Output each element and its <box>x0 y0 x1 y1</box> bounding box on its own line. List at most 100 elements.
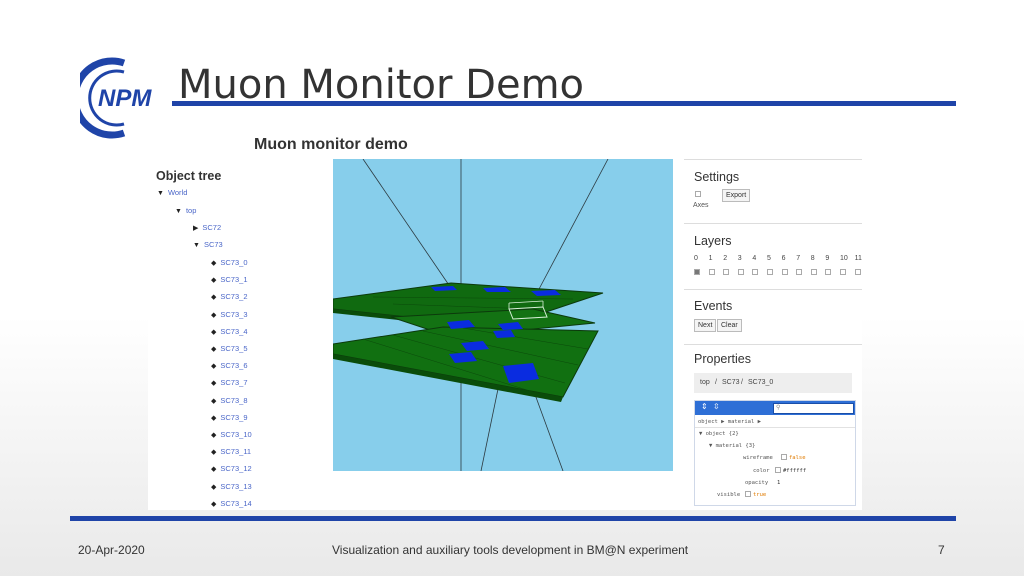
properties-heading: Properties <box>694 352 751 366</box>
logo-text: NPM <box>98 85 152 112</box>
tree-node-sc73-6[interactable]: ◆ SC73_6 <box>211 361 248 370</box>
visible-key: visible <box>717 492 741 498</box>
tree-node-sc73-4[interactable]: ◆ SC73_4 <box>211 327 248 336</box>
node-bullet-icon: ◆ <box>211 346 217 353</box>
layer-checkbox-6[interactable] <box>781 269 788 275</box>
layer-number-2: 2 <box>723 255 728 262</box>
tree-node-sc72[interactable]: ▶ SC72 <box>193 223 221 232</box>
layers-panel: Layers 0 1 2 3 4 5 6 7 8 9 10 11 <box>684 223 862 289</box>
app-screenshot: Muon monitor demo Object tree ▼ World ▼ to… <box>148 132 862 510</box>
tree-node-sc73-11[interactable]: ◆ SC73_11 <box>211 447 251 456</box>
layer-checkbox-11[interactable] <box>854 269 861 275</box>
node-bullet-icon: ◆ <box>211 363 217 371</box>
visible-value: true <box>753 492 767 498</box>
layer-number-6: 6 <box>781 255 786 262</box>
material-node[interactable]: ▼ material {3} <box>709 443 755 449</box>
color-swatch[interactable] <box>775 467 781 473</box>
tree-node-sc73-12[interactable]: ◆ SC73_12 <box>211 464 252 473</box>
layer-checkbox-4[interactable] <box>752 269 759 275</box>
path-top[interactable]: top <box>700 379 710 386</box>
tree-node-top[interactable]: ▼ top <box>175 206 196 215</box>
app-title: Muon monitor demo <box>254 136 408 153</box>
layer-number-3: 3 <box>737 255 742 262</box>
npm-logo: NPM <box>80 57 166 139</box>
layers-heading: Layers <box>694 234 732 248</box>
tree-node-sc73-8[interactable]: ◆ SC73_8 <box>211 396 248 405</box>
clear-button[interactable]: Clear <box>717 319 742 332</box>
tree-node-sc73-9[interactable]: ◆ SC73_9 <box>211 413 248 422</box>
node-bullet-icon: ◆ <box>211 277 217 285</box>
title-rule <box>172 101 956 106</box>
node-bullet-icon: ◆ <box>211 414 217 422</box>
opacity-value[interactable]: 1 <box>777 480 780 486</box>
wireframe-checkbox[interactable] <box>781 454 787 460</box>
tree-node-sc73-14[interactable]: ◆ SC73_14 <box>211 499 252 508</box>
layer-checkbox-10[interactable] <box>840 269 846 275</box>
layer-checkbox-0[interactable] <box>694 269 700 275</box>
object-tree-heading: Object tree <box>156 169 222 183</box>
collapse-all-icon[interactable]: ⇳ <box>713 402 720 411</box>
object-node[interactable]: ▼ object {2} <box>699 431 739 437</box>
layer-number-11: 11 <box>854 255 862 262</box>
tree-node-sc73-5[interactable]: ◆ SC73_5 <box>211 344 248 353</box>
export-button[interactable]: Export <box>722 189 751 202</box>
json-editor-toolbar: ⇕ ⇳ ⚲ <box>695 401 855 415</box>
tree-node-world[interactable]: ▼ World <box>157 188 187 197</box>
layer-number-9: 9 <box>825 255 830 262</box>
properties-path: top / SC73 / SC73_0 <box>694 373 852 393</box>
node-bullet-icon: ◆ <box>211 311 217 319</box>
path-sc73-0[interactable]: SC73_0 <box>748 379 773 386</box>
tree-node-sc73-13[interactable]: ◆ SC73_13 <box>211 482 252 491</box>
node-bullet-icon: ◆ <box>211 328 217 336</box>
events-panel: Events Next Clear <box>684 289 862 344</box>
layer-checkbox-2[interactable] <box>723 269 730 275</box>
tree-node-sc73-10[interactable]: ◆ SC73_10 <box>211 430 252 439</box>
color-value[interactable]: #ffffff <box>783 468 806 474</box>
layer-checkbox-1[interactable] <box>708 269 715 275</box>
node-bullet-icon: ◆ <box>211 294 217 302</box>
layer-number-1: 1 <box>708 255 713 262</box>
layer-number-7: 7 <box>796 255 801 262</box>
events-heading: Events <box>694 299 733 313</box>
page-number: 7 <box>938 543 945 557</box>
layer-number-5: 5 <box>767 255 771 262</box>
settings-panel: Settings Export Axes <box>684 159 862 223</box>
settings-heading: Settings <box>694 170 740 184</box>
search-icon: ⚲ <box>776 405 781 411</box>
layer-checkbox-8[interactable] <box>810 269 817 275</box>
tree-node-sc73-0[interactable]: ◆ SC73_0 <box>211 258 248 267</box>
node-bullet-icon: ◆ <box>211 432 217 439</box>
footer-title: Visualization and auxiliary tools develo… <box>332 543 689 557</box>
layer-number-8: 8 <box>810 255 815 262</box>
axes-label: Axes <box>693 202 709 209</box>
node-bullet-icon: ◆ <box>211 466 217 474</box>
expand-all-icon[interactable]: ⇕ <box>701 402 708 411</box>
json-editor: ⇕ ⇳ ⚲ object ▶ material ▶ ▼ object {2} ▼… <box>694 400 856 506</box>
wireframe-key: wireframe <box>743 455 773 461</box>
next-button[interactable]: Next <box>694 319 717 332</box>
json-search-input[interactable]: ⚲ <box>773 403 854 414</box>
node-bullet-icon: ◆ <box>211 483 217 491</box>
visible-checkbox[interactable] <box>745 491 751 497</box>
3d-viewport[interactable] <box>333 159 673 471</box>
editor-crumb: object ▶ material ▶ <box>698 419 761 425</box>
layer-checkbox-9[interactable] <box>825 269 832 275</box>
node-bullet-icon: ◆ <box>211 500 217 508</box>
layer-number-10: 10 <box>840 255 848 262</box>
tree-node-sc73-1[interactable]: ◆ SC73_1 <box>211 275 248 284</box>
tree-node-sc73-2[interactable]: ◆ SC73_2 <box>211 292 248 301</box>
footer-date: 20-Apr-2020 <box>78 543 145 557</box>
node-bullet-icon: ◆ <box>211 380 217 388</box>
tree-node-sc73-7[interactable]: ◆ SC73_7 <box>211 378 248 387</box>
wireframe-value: false <box>789 455 806 461</box>
axes-checkbox[interactable] <box>695 191 701 197</box>
layer-checkbox-5[interactable] <box>767 269 773 275</box>
opacity-key: opacity <box>745 480 769 486</box>
tree-node-sc73-3[interactable]: ◆ SC73_3 <box>211 310 248 319</box>
tree-node-sc73[interactable]: ▼ SC73 <box>193 240 223 249</box>
path-sc73[interactable]: SC73 <box>722 379 740 386</box>
node-bullet-icon: ◆ <box>211 449 217 457</box>
layer-checkbox-3[interactable] <box>737 269 744 275</box>
layer-checkbox-7[interactable] <box>796 269 803 275</box>
layer-number-4: 4 <box>752 255 757 262</box>
